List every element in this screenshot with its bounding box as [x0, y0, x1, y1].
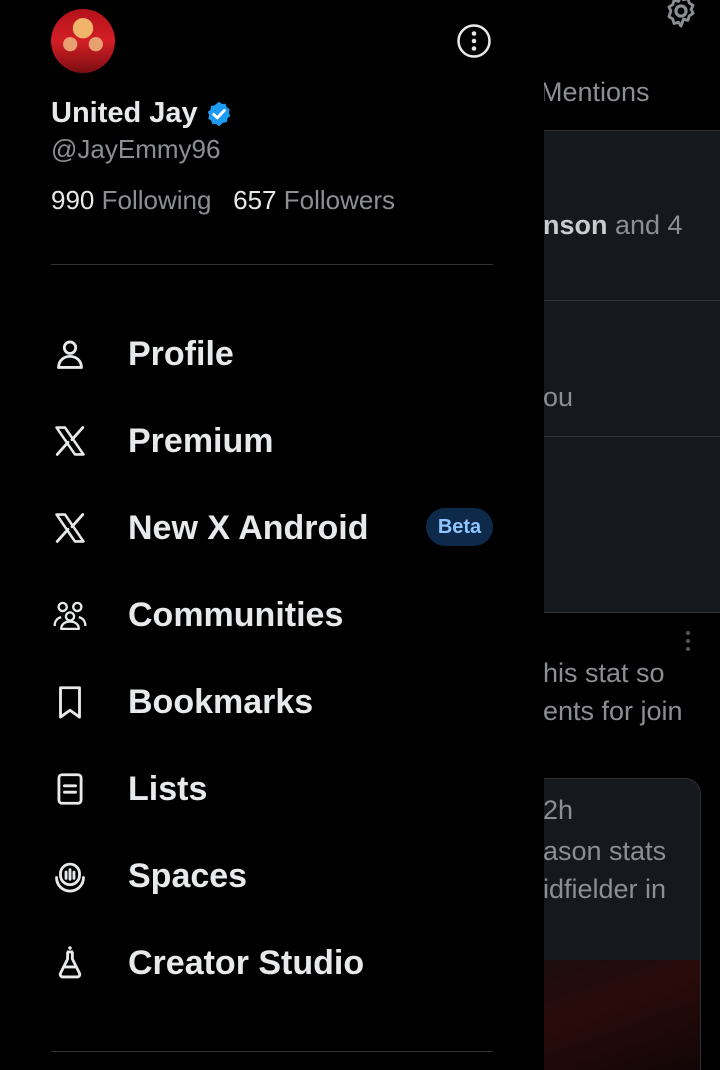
notification-text: ou	[543, 382, 574, 412]
menu-item-new-x-android[interactable]: New X Android Beta	[51, 498, 493, 558]
menu-label: Communities	[128, 595, 344, 634]
menu-item-communities[interactable]: Communities	[51, 585, 493, 645]
display-name-text: United Jay	[51, 97, 198, 129]
person-icon	[51, 335, 89, 373]
post-media-image[interactable]	[544, 960, 700, 1070]
beta-badge: Beta	[426, 508, 493, 546]
display-name[interactable]: United Jay	[51, 97, 233, 130]
following-label: Following	[101, 185, 212, 215]
menu-item-spaces[interactable]: Spaces	[51, 846, 493, 906]
followers-link[interactable]: 657 Followers	[233, 185, 395, 215]
menu-label: Lists	[128, 769, 208, 808]
menu-item-bookmarks[interactable]: Bookmarks	[51, 672, 493, 732]
menu-item-lists[interactable]: Lists	[51, 759, 493, 819]
followers-count: 657	[233, 185, 277, 215]
creator-studio-icon	[51, 944, 89, 982]
menu-label: Bookmarks	[128, 682, 314, 721]
section-divider	[51, 1051, 493, 1052]
spaces-icon	[51, 857, 89, 895]
notification-text: nson and 4	[543, 210, 683, 240]
x-logo-icon	[51, 422, 89, 460]
user-handle[interactable]: @JayEmmy96	[51, 134, 220, 165]
quoted-post-time: 2h	[543, 795, 574, 825]
menu-label: Premium	[128, 421, 274, 460]
menu-label: Spaces	[128, 856, 248, 895]
following-count: 990	[51, 185, 95, 215]
tab-mentions[interactable]: Mentions	[540, 77, 650, 108]
following-link[interactable]: 990 Following	[51, 185, 211, 215]
menu-label: Creator Studio	[128, 943, 365, 982]
follow-stats: 990 Following 657 Followers	[51, 185, 395, 216]
section-divider	[51, 264, 493, 265]
notification-item[interactable]	[544, 437, 720, 612]
bookmark-icon	[51, 683, 89, 721]
more-options-icon[interactable]	[456, 23, 492, 59]
verified-badge-icon	[207, 101, 230, 126]
post-text-line: ents for join	[543, 696, 683, 726]
list-icon	[51, 770, 89, 808]
notification-item[interactable]	[544, 301, 720, 436]
menu-label: Profile	[128, 334, 234, 373]
navigation-drawer: United Jay @JayEmmy96 990 Following 657 …	[0, 0, 544, 1059]
quoted-post-text: idfielder in	[543, 874, 667, 904]
menu-item-creator-studio[interactable]: Creator Studio	[51, 933, 493, 993]
menu-item-profile[interactable]: Profile	[51, 324, 493, 384]
menu-item-premium[interactable]: Premium	[51, 411, 493, 471]
avatar[interactable]	[51, 9, 115, 73]
post-text-line: his stat so	[543, 658, 665, 688]
menu-label: New X Android	[128, 508, 369, 547]
item-divider	[544, 612, 720, 613]
followers-label: Followers	[283, 185, 395, 215]
x-logo-icon	[51, 509, 89, 547]
communities-icon	[51, 596, 89, 634]
settings-icon[interactable]	[662, 0, 700, 30]
quoted-post-text: ason stats	[543, 836, 667, 866]
more-vertical-icon[interactable]	[684, 630, 692, 652]
